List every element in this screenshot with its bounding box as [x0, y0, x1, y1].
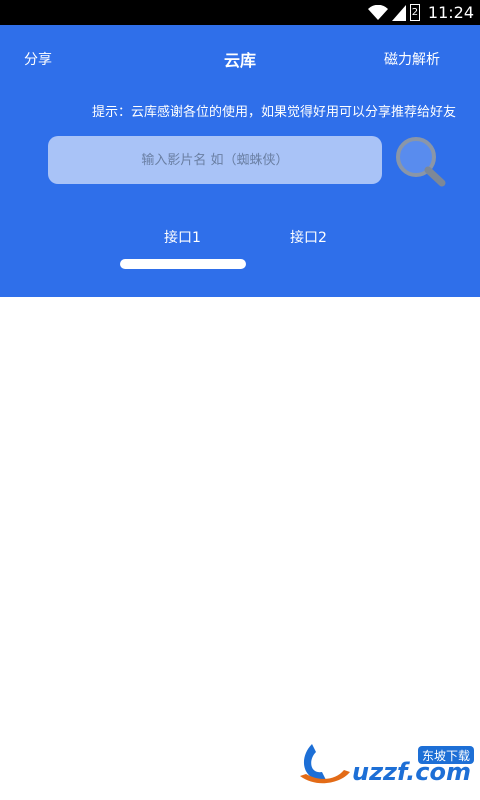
search-icon — [396, 137, 446, 187]
status-time: 11:24 — [427, 3, 474, 22]
tab-interface-2[interactable]: 接口2 — [290, 227, 327, 247]
status-icons: 2 11:24 — [367, 3, 474, 22]
uzzf-watermark-logo: uzzf.com 东坡下载 — [296, 736, 478, 792]
wifi-icon — [367, 4, 388, 20]
signal-icon — [391, 4, 406, 21]
share-button[interactable]: 分享 — [24, 49, 52, 69]
magnet-parse-button[interactable]: 磁力解析 — [384, 49, 440, 69]
svg-text:东坡下载: 东坡下载 — [422, 749, 470, 763]
header: 分享 云库 磁力解析 提示：云库感谢各位的使用，如果觉得好用可以分享推荐给好友 … — [0, 25, 480, 297]
search-button[interactable] — [393, 135, 449, 191]
tab-interface-1[interactable]: 接口1 — [164, 227, 201, 247]
search-input[interactable] — [48, 136, 382, 184]
battery-level: 2 — [411, 7, 419, 18]
app-screen: 2 11:24 分享 云库 磁力解析 提示：云库感谢各位的使用，如果觉得好用可以… — [0, 0, 480, 800]
tab-indicator — [120, 259, 246, 269]
status-bar: 2 11:24 — [0, 0, 480, 25]
hint-text: 提示：云库感谢各位的使用，如果觉得好用可以分享推荐给好友 — [92, 105, 457, 120]
page-title: 云库 — [223, 51, 256, 70]
battery-icon: 2 — [409, 4, 420, 21]
